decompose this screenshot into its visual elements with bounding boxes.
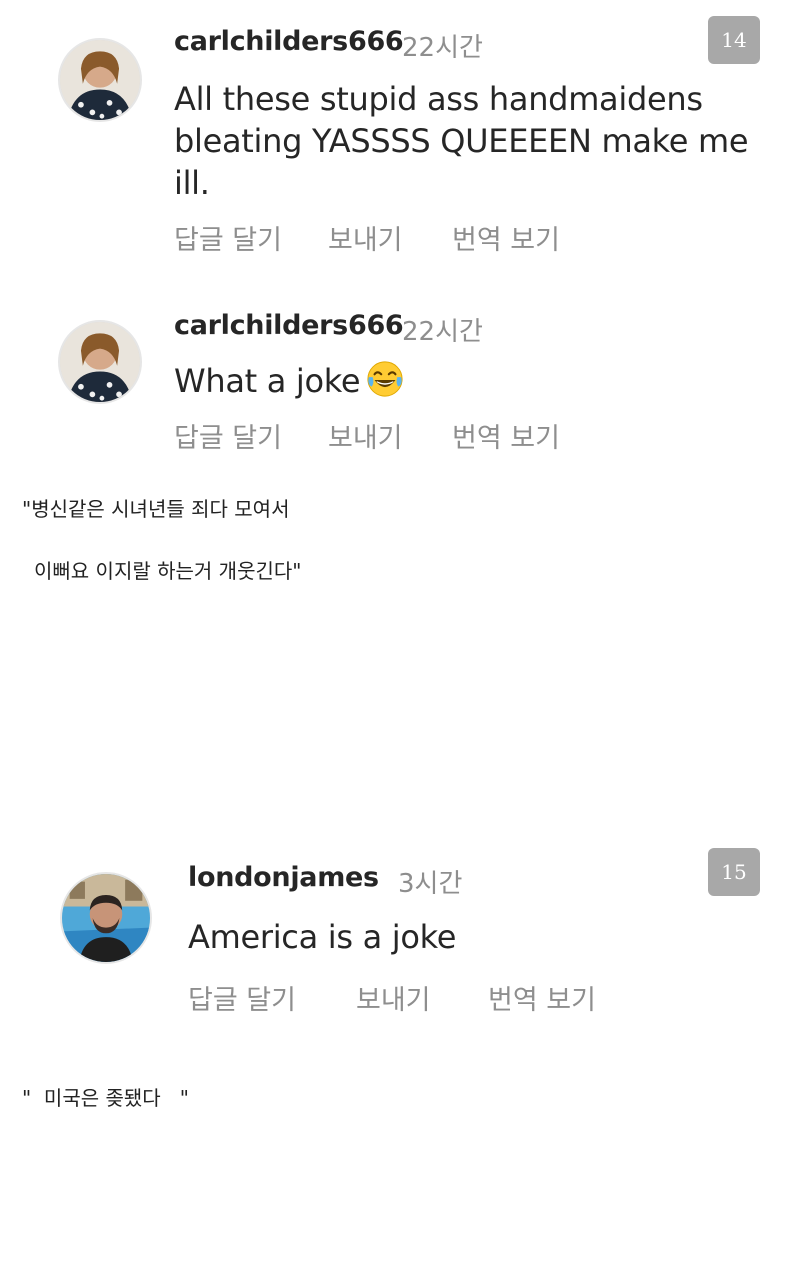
translate-button[interactable]: 번역 보기: [488, 978, 596, 1017]
avatar[interactable]: [58, 38, 142, 122]
comment-time: 22시간: [402, 33, 483, 63]
comment-time: 3시간: [398, 869, 463, 899]
send-button[interactable]: 보내기: [356, 978, 431, 1017]
username[interactable]: londonjames: [188, 862, 379, 893]
reply-button[interactable]: 답글 달기: [174, 416, 282, 455]
reply-button[interactable]: 답글 달기: [174, 218, 282, 257]
translation-caption-line-1: "병신같은 시녀년들 죄다 모여서: [22, 497, 290, 521]
reply-button[interactable]: 답글 달기: [188, 978, 296, 1017]
laughing-tears-emoji-icon: [367, 361, 403, 397]
username[interactable]: carlchilders666: [174, 26, 404, 57]
translate-button[interactable]: 번역 보기: [452, 218, 560, 257]
username[interactable]: carlchilders666: [174, 310, 404, 341]
user-avatar-icon: [62, 874, 150, 962]
send-button[interactable]: 보내기: [328, 218, 403, 257]
avatar[interactable]: [58, 320, 142, 404]
user-avatar-icon: [60, 40, 140, 120]
comment-text-line-3: ill.: [174, 164, 210, 202]
comment-text-content: What a joke: [174, 362, 361, 400]
send-button[interactable]: 보내기: [328, 416, 403, 455]
comment-text-line-2: bleating YASSSS QUEEEEN make me: [174, 122, 749, 160]
avatar[interactable]: [60, 872, 152, 964]
comment-number-badge: 15: [708, 848, 760, 896]
comment-2: carlchilders666 22시간 What a joke 답글 달기 보…: [0, 280, 800, 460]
user-avatar-icon: [60, 322, 140, 402]
comment-text: What a joke: [174, 360, 404, 402]
translation-caption: " 미국은 좆됐다 ": [22, 1086, 189, 1110]
comment-text: America is a joke: [188, 918, 457, 956]
comment-3: londonjames 3시간 15 America is a joke 답글 …: [0, 840, 800, 1030]
comment-text-line-1: All these stupid ass handmaidens: [174, 80, 703, 118]
translation-caption-line-2: 이뻐요 이지랄 하는거 개웃긴다": [34, 559, 302, 583]
comment-1: carlchilders666 22시간 14 All these stupid…: [0, 0, 800, 270]
comment-time: 22시간: [402, 317, 483, 347]
translate-button[interactable]: 번역 보기: [452, 416, 560, 455]
comment-number-badge: 14: [708, 16, 760, 64]
